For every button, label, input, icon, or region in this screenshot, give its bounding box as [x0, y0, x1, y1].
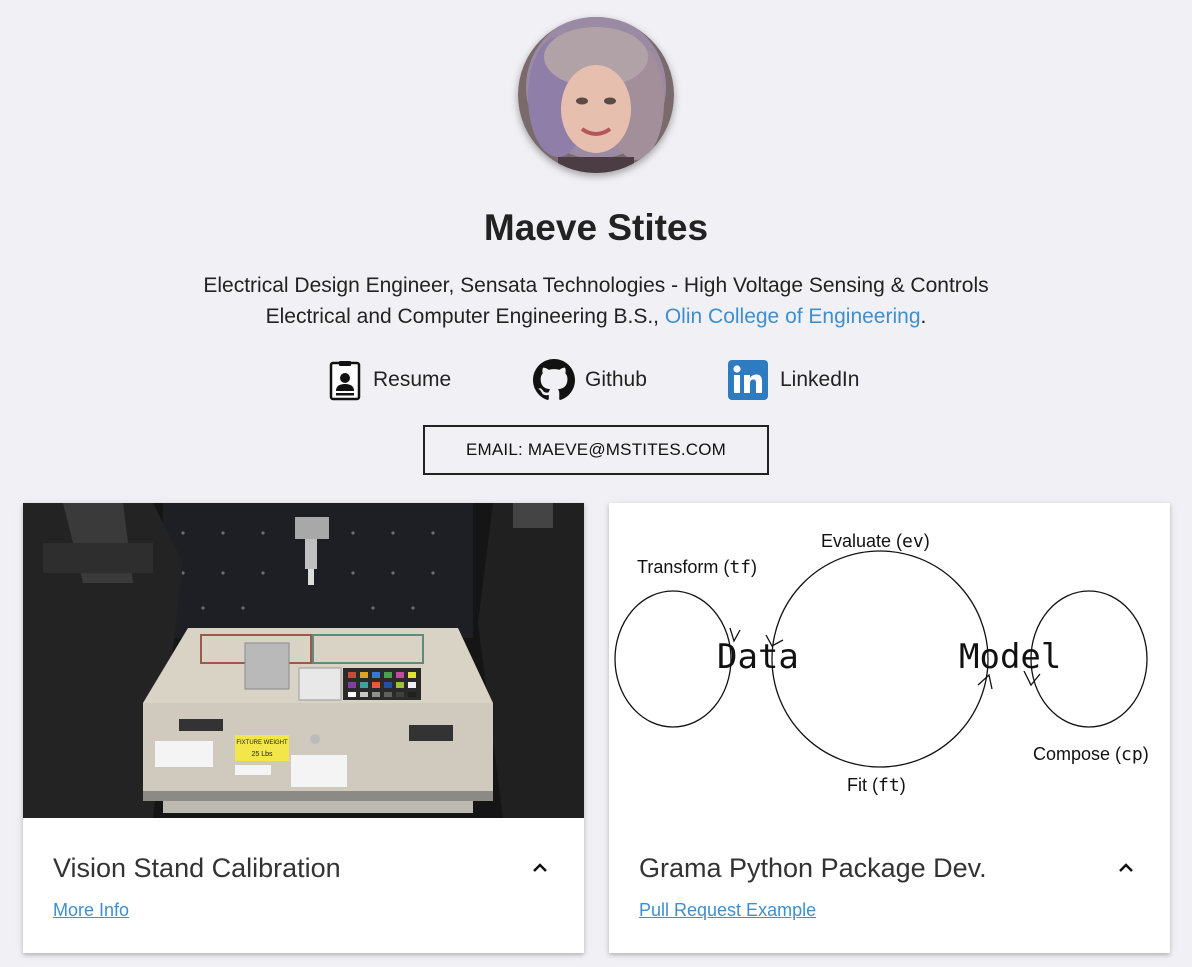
profile-education: Electrical and Computer Engineering B.S.… [0, 301, 1192, 332]
compose-paren: ) [1143, 744, 1149, 764]
profile-avatar [518, 17, 674, 173]
project-card-grama: Data Model Transform (tf) Evaluate (ev) … [609, 503, 1170, 953]
linkedin-label: LinkedIn [780, 368, 860, 391]
resume-label: Resume [373, 368, 452, 391]
fit-text: Fit ( [847, 775, 878, 795]
github-icon [533, 359, 575, 401]
evaluate-label: Evaluate (ev) [821, 531, 930, 552]
fit-label: Fit (ft) [847, 775, 906, 796]
compose-code: cp [1121, 744, 1143, 765]
node-data: Data [717, 637, 799, 677]
profile-photo [518, 17, 674, 173]
olin-college-link[interactable]: Olin College of Engineering [665, 305, 921, 328]
profile-job-title: Electrical Design Engineer, Sensata Tech… [203, 274, 989, 297]
compose-label: Compose (cp) [1033, 744, 1149, 765]
chevron-up-icon[interactable] [1116, 858, 1136, 878]
transform-label: Transform (tf) [637, 557, 757, 578]
github-label: Github [585, 368, 647, 391]
evaluate-paren: ) [924, 531, 930, 551]
card-title: Vision Stand Calibration [53, 853, 341, 883]
education-period: . [920, 305, 927, 328]
node-model: Model [959, 637, 1061, 677]
evaluate-text: Evaluate ( [821, 531, 902, 551]
fit-code: ft [878, 775, 900, 796]
fixture-weight-label: FIXTURE WEIGHT [236, 740, 288, 746]
transform-text: Transform ( [637, 557, 729, 577]
vision-stand-photo[interactable]: FIXTURE WEIGHT 25 Lbs [23, 503, 584, 818]
more-info-link[interactable]: More Info [53, 900, 129, 921]
evaluate-code: ev [902, 531, 924, 552]
linkedin-icon [727, 359, 769, 401]
transform-code: tf [729, 557, 751, 578]
transform-paren: ) [751, 557, 757, 577]
compose-text: Compose ( [1033, 744, 1121, 764]
resume-badge-icon [325, 359, 367, 401]
education-text: Electrical and Computer Engineering B.S.… [265, 305, 665, 328]
pull-request-link[interactable]: Pull Request Example [639, 900, 816, 921]
email-button[interactable]: EMAIL: MAEVE@MSTITES.COM [423, 425, 769, 475]
grama-diagram[interactable]: Data Model Transform (tf) Evaluate (ev) … [609, 503, 1170, 818]
chevron-up-icon[interactable] [530, 858, 550, 878]
fit-paren: ) [900, 775, 906, 795]
github-link[interactable]: Github [533, 358, 647, 402]
linkedin-link[interactable]: LinkedIn [727, 358, 859, 402]
fixture-weight-value: 25 Lbs [251, 751, 273, 758]
card-title: Grama Python Package Dev. [639, 853, 987, 883]
project-card-vision-stand: FIXTURE WEIGHT 25 Lbs Vision Stand Calib… [23, 503, 584, 953]
resume-link[interactable]: Resume [325, 358, 451, 402]
profile-name: Maeve Stites [483, 207, 709, 248]
